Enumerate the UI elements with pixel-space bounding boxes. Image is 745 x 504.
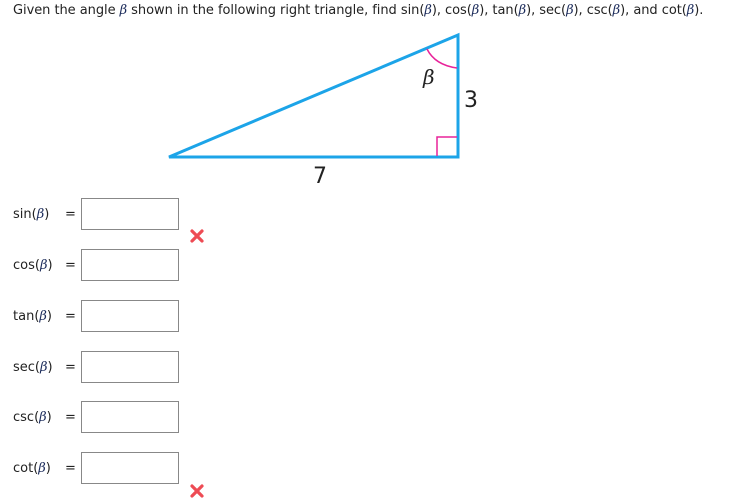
triangle-sides	[168, 32, 460, 159]
x-mark-icon	[190, 483, 204, 498]
right-triangle-figure: β 3 7	[168, 32, 478, 189]
angle-label: β	[422, 65, 435, 89]
equals-sign: =	[65, 258, 76, 273]
answer-label: csc(β)	[13, 410, 52, 425]
answer-row-cot: cot(β) =	[0, 452, 230, 486]
tan-answer-input[interactable]	[81, 300, 179, 332]
answer-row-cos: cos(β) =	[0, 249, 230, 283]
right-angle-marker	[436, 136, 457, 156]
equals-sign: =	[65, 309, 76, 324]
answer-row-sec: sec(β) =	[0, 351, 230, 385]
side-label-vertical: 3	[464, 88, 478, 113]
cos-answer-input[interactable]	[81, 249, 179, 281]
side-label-horizontal: 7	[313, 164, 327, 189]
equals-sign: =	[65, 207, 76, 222]
answer-label: sec(β)	[13, 360, 53, 375]
sin-answer-input[interactable]	[81, 198, 179, 230]
answer-row-sin: sin(β) =	[0, 198, 230, 232]
answer-row-tan: tan(β) =	[0, 300, 230, 334]
cot-answer-input[interactable]	[81, 452, 179, 484]
answer-label: sin(β)	[13, 207, 50, 222]
x-mark-icon	[190, 228, 204, 243]
answer-row-csc: csc(β) =	[0, 401, 230, 435]
answer-label: cot(β)	[13, 461, 51, 476]
answer-label: tan(β)	[13, 309, 52, 324]
answer-label: cos(β)	[13, 258, 53, 273]
equals-sign: =	[65, 360, 76, 375]
equals-sign: =	[65, 410, 76, 425]
csc-answer-input[interactable]	[81, 401, 179, 433]
sec-answer-input[interactable]	[81, 351, 179, 383]
equals-sign: =	[65, 461, 76, 476]
